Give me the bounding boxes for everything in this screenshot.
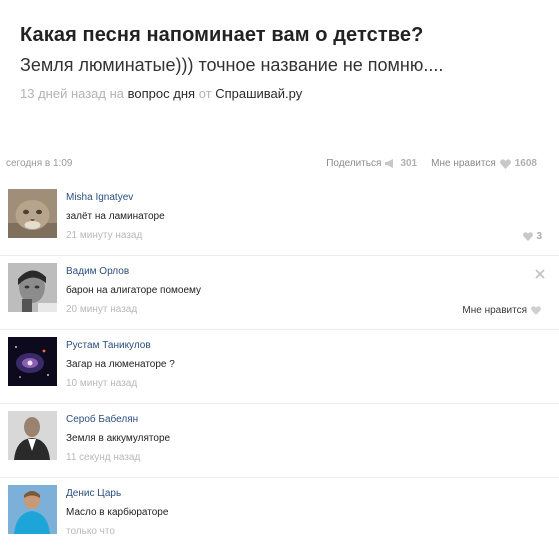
question-title: Какая песня напоминает вам о детстве? [20, 24, 424, 46]
man-avatar-icon [8, 263, 57, 312]
question-answer: Земля люминатые))) точное название не по… [20, 55, 444, 75]
close-icon[interactable] [535, 269, 545, 279]
comment-body: Рустам Таникулов Загар на люменаторе ? 1… [66, 339, 539, 390]
comment-item: Рустам Таникулов Загар на люменаторе ? 1… [0, 329, 559, 403]
comments-list: Misha Ignatyev залёт на ламинаторе 21 ми… [0, 182, 559, 551]
comment-body: Misha Ignatyev залёт на ламинаторе 21 ми… [66, 191, 539, 242]
comment-time[interactable]: 10 минут назад [66, 377, 539, 390]
post-action-bar: сегодня в 1:09 Поделиться 301 Мне нравит… [6, 156, 545, 172]
post-actions: Поделиться 301 Мне нравится 1608 [312, 158, 537, 169]
megaphone-icon [385, 159, 394, 168]
comment-text: залёт на ламинаторе [66, 211, 165, 222]
comment-like-label: Мне нравится [462, 305, 527, 316]
comment-item: Misha Ignatyev залёт на ламинаторе 21 ми… [0, 182, 559, 255]
share-button[interactable]: Поделиться 301 [326, 158, 417, 169]
question-category-link[interactable]: вопрос дня [128, 86, 195, 101]
question-on-word: на [109, 86, 125, 101]
comment-author[interactable]: Вадим Орлов [66, 265, 539, 278]
comment-body: Сероб Бабелян Земля в аккумуляторе 11 се… [66, 413, 539, 464]
boy-avatar-icon [8, 485, 57, 534]
avatar[interactable] [8, 337, 57, 386]
comment-time[interactable]: только что [66, 525, 539, 538]
like-button[interactable]: Мне нравится 1608 [431, 158, 537, 169]
heart-icon [499, 158, 511, 169]
comment-text: Загар на люменаторе ? [66, 359, 175, 370]
comment-author[interactable]: Рустам Таникулов [66, 339, 539, 352]
question-meta: 13 дней назад на вопрос дня от Спрашивай… [20, 85, 549, 103]
question-time: 13 дней назад [20, 86, 106, 101]
comment-author[interactable]: Денис Царь [66, 487, 539, 500]
heart-icon [523, 232, 534, 241]
comment-text: Масло в карбюраторе [66, 507, 169, 518]
comment-like-button[interactable]: Мне нравится [462, 305, 541, 316]
question-header: Какая песня напоминает вам о детстве? Зе… [20, 22, 549, 103]
comment-item: Сероб Бабелян Земля в аккумуляторе 11 се… [0, 403, 559, 477]
post-date[interactable]: сегодня в 1:09 [6, 158, 72, 169]
comment-like-count[interactable]: 3 [523, 231, 542, 242]
question-source-link[interactable]: Спрашивай.ру [215, 86, 302, 101]
share-label: Поделиться [326, 158, 382, 169]
man-suit-avatar-icon [8, 411, 57, 460]
galaxy-avatar-icon [8, 337, 57, 386]
comment-time[interactable]: 11 секунд назад [66, 451, 539, 464]
avatar[interactable] [8, 485, 57, 534]
comment-author[interactable]: Сероб Бабелян [66, 413, 539, 426]
comment-text: барон на алигаторе помоему [66, 285, 201, 296]
comment-likes: 3 [536, 231, 542, 242]
heart-icon [531, 306, 541, 315]
share-count: 301 [400, 158, 418, 169]
avatar[interactable] [8, 189, 57, 238]
cat-avatar-icon [8, 189, 57, 238]
comment-body: Денис Царь Масло в карбюраторе только чт… [66, 487, 539, 538]
comment-time[interactable]: 21 минуту назад [66, 229, 539, 242]
like-count: 1608 [514, 158, 537, 169]
like-label: Мне нравится [431, 158, 496, 169]
comment-item: Денис Царь Масло в карбюраторе только чт… [0, 477, 559, 551]
comment-author[interactable]: Misha Ignatyev [66, 191, 539, 204]
avatar[interactable] [8, 263, 57, 312]
avatar[interactable] [8, 411, 57, 460]
comment-text: Земля в аккумуляторе [66, 433, 171, 444]
question-from-word: от [198, 86, 212, 101]
comment-item: Вадим Орлов барон на алигаторе помоему 2… [0, 255, 559, 329]
